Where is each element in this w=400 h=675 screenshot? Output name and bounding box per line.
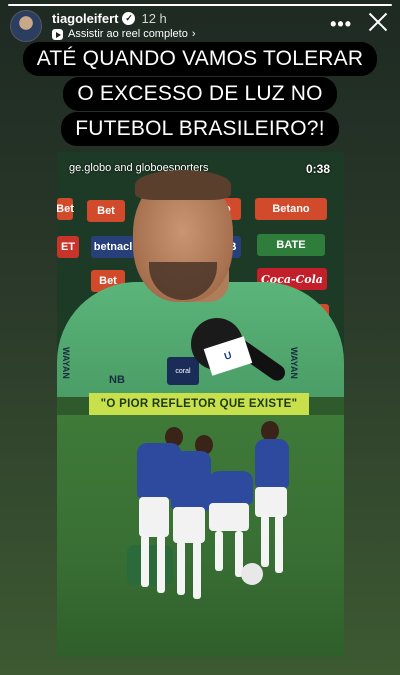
verified-badge-icon: ✓ bbox=[122, 11, 136, 25]
player-head bbox=[261, 421, 279, 441]
more-options-button[interactable]: ••• bbox=[330, 14, 352, 35]
reel-link[interactable]: Assistir ao reel completo › bbox=[52, 28, 196, 41]
player-shorts bbox=[209, 503, 249, 531]
story-header: tiagoleifert ✓ 12 h Assistir ao reel com… bbox=[10, 8, 390, 44]
player-shorts bbox=[139, 497, 169, 537]
ad-board: Betano bbox=[255, 198, 327, 220]
meta-top-row: tiagoleifert ✓ 12 h bbox=[52, 11, 196, 27]
ad-board: BATE bbox=[257, 234, 325, 256]
interview-scene: Bet Bet Betano no ET betnacl OOB BATE Co… bbox=[57, 152, 344, 397]
story-meta: tiagoleifert ✓ 12 h Assistir ao reel com… bbox=[52, 11, 196, 42]
username[interactable]: tiagoleifert bbox=[52, 11, 118, 27]
jersey-brand-logo: NB bbox=[109, 374, 125, 386]
headline-line-2: O EXCESSO DE LUZ NO bbox=[63, 77, 337, 111]
ad-board: Bet bbox=[57, 198, 74, 220]
story-progress-bar bbox=[8, 4, 392, 6]
player-leg bbox=[177, 541, 185, 595]
reel-link-label: Assistir ao reel completo bbox=[68, 28, 188, 41]
ball bbox=[241, 563, 263, 585]
player-leg bbox=[275, 515, 283, 573]
goalkeeper-figure bbox=[127, 545, 173, 585]
jersey-side-text: WAYAN bbox=[61, 347, 71, 379]
player-leg bbox=[141, 535, 149, 587]
pitch-scene bbox=[57, 415, 344, 657]
headline-line-1: ATÉ QUANDO VAMOS TOLERAR bbox=[22, 42, 378, 76]
jersey-side-text: WAYAN bbox=[289, 347, 299, 379]
video-timer: 0:38 bbox=[305, 162, 330, 176]
video-frame[interactable]: Bet Bet Betano no ET betnacl OOB BATE Co… bbox=[57, 152, 344, 657]
player-shirt bbox=[255, 439, 289, 489]
avatar[interactable] bbox=[10, 10, 42, 42]
ad-board: Bet bbox=[87, 200, 125, 222]
player-shirt bbox=[171, 451, 211, 511]
person-hair bbox=[135, 170, 231, 200]
player-leg bbox=[215, 531, 223, 571]
player-shorts bbox=[255, 487, 287, 517]
player-leg bbox=[193, 541, 201, 599]
player-leg bbox=[157, 535, 165, 593]
jersey-sponsor-patch: coral bbox=[167, 357, 199, 385]
ad-board: ET bbox=[57, 236, 79, 258]
close-icon[interactable] bbox=[366, 10, 390, 34]
player-leg bbox=[261, 515, 269, 567]
reel-play-icon bbox=[52, 29, 63, 41]
video-caption: "O PIOR REFLETOR QUE EXISTE" bbox=[89, 393, 309, 415]
ad-board: betnacl bbox=[91, 236, 135, 258]
headline-overlay: ATÉ QUANDO VAMOS TOLERAR O EXCESSO DE LU… bbox=[0, 42, 400, 147]
player-shorts bbox=[173, 507, 205, 543]
headline-line-3: FUTEBOL BRASILEIRO?! bbox=[61, 112, 339, 146]
player-shirt bbox=[209, 471, 253, 505]
post-time: 12 h bbox=[141, 10, 167, 26]
story-progress-fill bbox=[8, 4, 392, 6]
chevron-right-icon: › bbox=[191, 28, 196, 41]
